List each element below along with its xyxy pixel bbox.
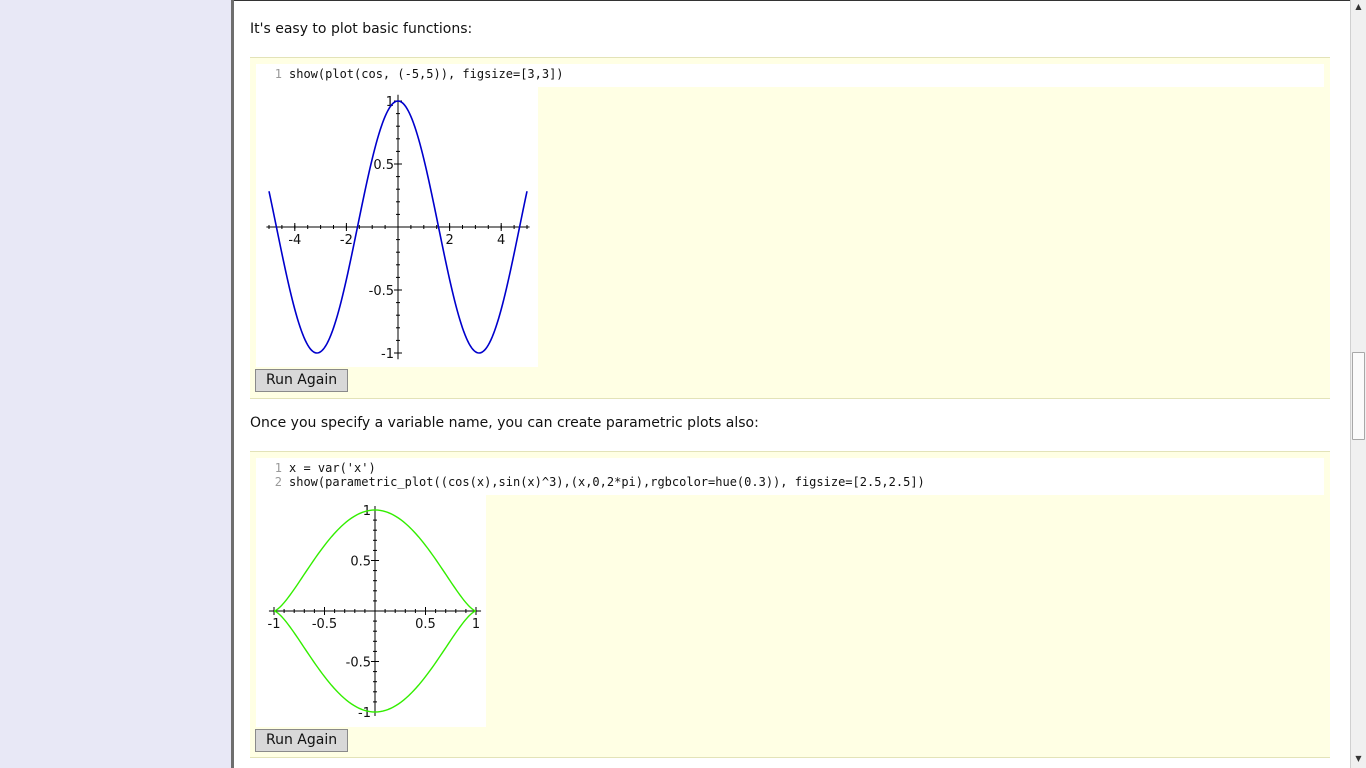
code-input-1[interactable]: 1 show(plot(cos, (-5,5)), figsize=[3,3]) [256, 64, 1324, 87]
code-line[interactable]: 1 show(plot(cos, (-5,5)), figsize=[3,3]) [256, 67, 1324, 81]
code-line[interactable]: 1 x = var('x') [256, 461, 1324, 475]
line-number: 2 [274, 475, 282, 489]
cos-plot: -4 -2 2 410.5-0.5-1 [266, 94, 530, 362]
cell-2: 1 x = var('x') 2 show(parametric_plot((cos(… [250, 451, 1330, 758]
x-tick-label: -0.5 [312, 617, 337, 632]
x-tick-label: -1 [268, 617, 281, 632]
x-tick-label: -2 [340, 233, 353, 248]
plot-output-1: -4 -2 2 4 1 0.5 -0.5 -1 [256, 87, 538, 367]
scroll-up-arrow-icon[interactable]: ▲ [1351, 0, 1366, 14]
parametric-plot: -1 -0.5 0.5 110.5-0.5-1 [268, 504, 482, 721]
plot-output-2: -1 -0.5 0.5 1 1 0.5 -0.5 -1 [256, 495, 486, 727]
vertical-scrollbar[interactable]: ▲ ▼ [1350, 0, 1366, 768]
left-sidebar [0, 0, 231, 768]
x-tick-label: -4 [288, 233, 301, 248]
intro-text-2: Once you specify a variable name, you ca… [250, 415, 759, 431]
code-text[interactable]: x = var('x') [289, 461, 376, 475]
x-tick-label: 2 [445, 233, 453, 248]
run-again-button-1[interactable]: Run Again [255, 369, 349, 392]
y-tick-label: 0.5 [373, 158, 394, 173]
x-tick-label: 4 [497, 233, 505, 248]
intro-text-1: It's easy to plot basic functions: [250, 21, 473, 37]
run-again-button-2[interactable]: Run Again [255, 729, 349, 752]
worksheet: It's easy to plot basic functions: 1 show… [234, 1, 1350, 768]
code-text[interactable]: show(parametric_plot((cos(x),sin(x)^3),(… [289, 475, 925, 489]
code-input-2[interactable]: 1 x = var('x') 2 show(parametric_plot((cos(… [256, 458, 1324, 495]
y-tick-label: -0.5 [369, 284, 394, 299]
code-line[interactable]: 2 show(parametric_plot((cos(x),sin(x)^3),… [256, 475, 1324, 489]
x-tick-label: 0.5 [415, 617, 436, 632]
y-tick-label: -0.5 [346, 656, 371, 671]
y-tick-label: -1 [381, 347, 394, 362]
code-text[interactable]: show(plot(cos, (-5,5)), figsize=[3,3]) [289, 67, 564, 81]
scroll-down-arrow-icon[interactable]: ▼ [1351, 752, 1366, 766]
cell-1: 1 show(plot(cos, (-5,5)), figsize=[3,3]) … [250, 57, 1330, 399]
y-tick-label: 0.5 [350, 555, 371, 570]
x-tick-label: 1 [472, 617, 480, 632]
line-number: 1 [274, 67, 282, 81]
scrollbar-thumb[interactable] [1352, 352, 1365, 440]
line-number: 1 [274, 461, 282, 475]
